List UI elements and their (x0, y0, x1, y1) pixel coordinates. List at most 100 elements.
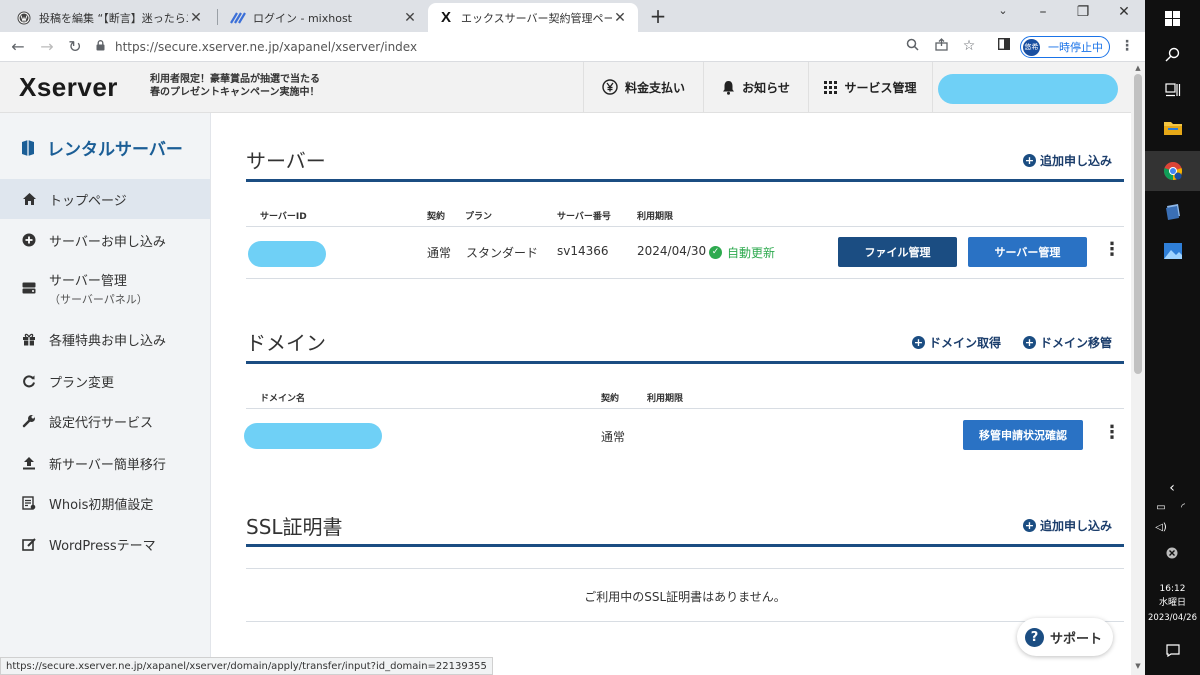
scroll-up-icon[interactable]: ▲ (1131, 64, 1145, 72)
browser-tab-wordpress[interactable]: 投稿を編集 “【断言】迷ったらエックス ✕ (6, 3, 214, 32)
windows-start-icon[interactable] (1145, 0, 1200, 36)
clock-weekday[interactable]: 水曜日 (1145, 597, 1200, 609)
sidebar-item-label: 新サーバー簡単移行 (49, 457, 166, 473)
server-section-title: サーバー (246, 149, 326, 173)
chrome-icon[interactable] (1145, 151, 1200, 191)
search-icon[interactable] (1145, 36, 1200, 72)
scrollbar-thumb[interactable] (1134, 74, 1142, 374)
yen-icon (602, 79, 618, 95)
redacted-domain-name (244, 423, 382, 449)
sidebar-item-wordpress-theme[interactable]: WordPressテーマ (0, 524, 210, 564)
sidebar-item-top[interactable]: トップページ (0, 179, 210, 219)
minimize-icon[interactable]: – (1033, 4, 1053, 20)
sidebar-item-label: Whois初期値設定 (49, 497, 154, 513)
col-expiry: 利用期限 (637, 212, 674, 222)
section-divider (246, 544, 1124, 547)
plus-circle-icon: + (1023, 519, 1036, 532)
url-field[interactable]: https://secure.xserver.ne.jp/xapanel/xse… (96, 35, 902, 59)
server-box-icon (21, 139, 35, 157)
sidebar-item-label: サーバーお申し込み (49, 234, 166, 250)
sidebar-item-server-apply[interactable]: サーバーお申し込み (0, 220, 210, 260)
battery-icon[interactable]: ▭ (1153, 502, 1169, 513)
sidebar-item-whois[interactable]: Whois初期値設定 (0, 483, 210, 523)
browser-tab-mixhost[interactable]: ログイン - mixhost ✕ (220, 3, 428, 32)
close-tab-icon[interactable]: ✕ (188, 10, 204, 26)
payment-nav[interactable]: 料金支払い (583, 62, 703, 112)
domain-acquire-link[interactable]: + ドメイン取得 (912, 334, 1001, 351)
notes-app-icon[interactable] (1145, 193, 1200, 229)
plus-circle-icon (21, 233, 37, 247)
clock-date[interactable]: 2023/04/26 (1145, 612, 1200, 624)
server-icon (21, 282, 37, 294)
side-panel-icon[interactable] (995, 37, 1013, 54)
sidebar-item-server-panel[interactable]: サーバー管理 （サーバーパネル） (0, 265, 210, 311)
server-contract: 通常 (427, 246, 452, 260)
redacted-user-menu[interactable] (938, 74, 1118, 104)
star-icon[interactable]: ☆ (960, 38, 978, 54)
ssl-empty-message: ご利用中のSSL証明書はありません。 (584, 590, 786, 604)
server-manage-button[interactable]: サーバー管理 (968, 237, 1087, 267)
server-plan: スタンダード (466, 246, 539, 260)
ssl-add-link[interactable]: + 追加申し込み (1023, 517, 1112, 534)
col-plan: プラン (465, 212, 493, 222)
close-tab-icon[interactable]: ✕ (402, 10, 418, 26)
browser-tab-xserver[interactable]: X エックスサーバー契約管理ページ ✕ (428, 3, 638, 32)
photos-app-icon[interactable] (1145, 233, 1200, 269)
reload-icon[interactable]: ↻ (65, 37, 85, 56)
back-arrow-icon[interactable]: ← (8, 37, 28, 56)
chevron-down-icon[interactable]: ⌄ (993, 4, 1013, 17)
domain-more-icon[interactable]: ⋮ (1103, 422, 1121, 443)
forward-arrow-icon[interactable]: → (37, 37, 57, 56)
redacted-server-id (248, 241, 326, 267)
server-number: sv14366 (557, 244, 609, 258)
service-management-label: サービス管理 (844, 80, 917, 95)
volume-icon[interactable]: ◁) (1153, 522, 1169, 533)
row-divider (246, 621, 1124, 622)
sidebar-title: レンタルサーバー (21, 135, 183, 160)
share-icon[interactable] (932, 38, 950, 55)
profile-button[interactable]: 悠希 一時停止中 (1020, 36, 1110, 58)
domain-transfer-link[interactable]: + ドメイン移管 (1023, 334, 1112, 351)
clock-time[interactable]: 16:12 (1145, 583, 1200, 595)
xserver-logo[interactable]: Xserver (19, 72, 118, 103)
more-menu-icon[interactable]: ⋮ (1118, 38, 1136, 54)
dismiss-notification-icon[interactable] (1164, 547, 1180, 562)
transfer-status-button[interactable]: 移管申請状況確認 (963, 420, 1083, 450)
support-label: サポート (1050, 631, 1103, 647)
auto-renew-status: ✓ 自動更新 (709, 244, 775, 261)
chevron-left-icon[interactable]: ‹ (1164, 480, 1180, 496)
service-management-nav[interactable]: サービス管理 (808, 62, 933, 112)
ssl-section-title: SSL証明書 (246, 515, 343, 539)
col-expiry: 利用期限 (647, 394, 684, 404)
notice-nav[interactable]: お知らせ (703, 62, 808, 112)
support-button[interactable]: ? サポート (1017, 618, 1113, 656)
tab-title: エックスサーバー契約管理ページ (461, 11, 612, 25)
sidebar-item-benefits[interactable]: 各種特典お申し込み (0, 319, 210, 359)
whois-icon (21, 496, 37, 510)
scroll-down-icon[interactable]: ▼ (1131, 662, 1145, 670)
file-manager-button[interactable]: ファイル管理 (838, 237, 957, 267)
server-more-icon[interactable]: ⋮ (1103, 239, 1121, 260)
ssl-add-label: 追加申し込み (1040, 519, 1113, 533)
notification-center-icon[interactable] (1145, 632, 1200, 668)
lock-icon (96, 40, 105, 54)
sidebar-item-migration[interactable]: 新サーバー簡単移行 (0, 443, 210, 483)
sidebar-item-setup-service[interactable]: 設定代行サービス (0, 401, 210, 441)
sidebar-item-label: WordPressテーマ (49, 538, 156, 554)
zoom-search-icon[interactable] (903, 38, 921, 55)
task-view-icon[interactable] (1145, 72, 1200, 108)
col-server-number: サーバー番号 (557, 212, 611, 222)
restore-icon[interactable]: ❐ (1073, 4, 1093, 20)
new-tab-icon[interactable]: + (648, 4, 668, 28)
close-tab-icon[interactable]: ✕ (612, 10, 628, 26)
domain-section-title: ドメイン (246, 331, 326, 355)
page-scrollbar[interactable]: ▲ ▼ (1131, 62, 1145, 675)
server-add-link[interactable]: + 追加申し込み (1023, 152, 1112, 169)
file-explorer-icon[interactable] (1145, 110, 1200, 146)
col-domain-name: ドメイン名 (260, 394, 306, 404)
sidebar-item-plan-change[interactable]: プラン変更 (0, 361, 210, 401)
edit-icon (21, 537, 37, 552)
campaign-banner[interactable]: 利用者限定！豪華賞品が抽選で当たる 春のプレゼントキャンペーン実施中！ (150, 73, 320, 99)
close-window-icon[interactable]: ✕ (1114, 4, 1134, 20)
wifi-icon[interactable]: ◜ (1175, 502, 1191, 513)
